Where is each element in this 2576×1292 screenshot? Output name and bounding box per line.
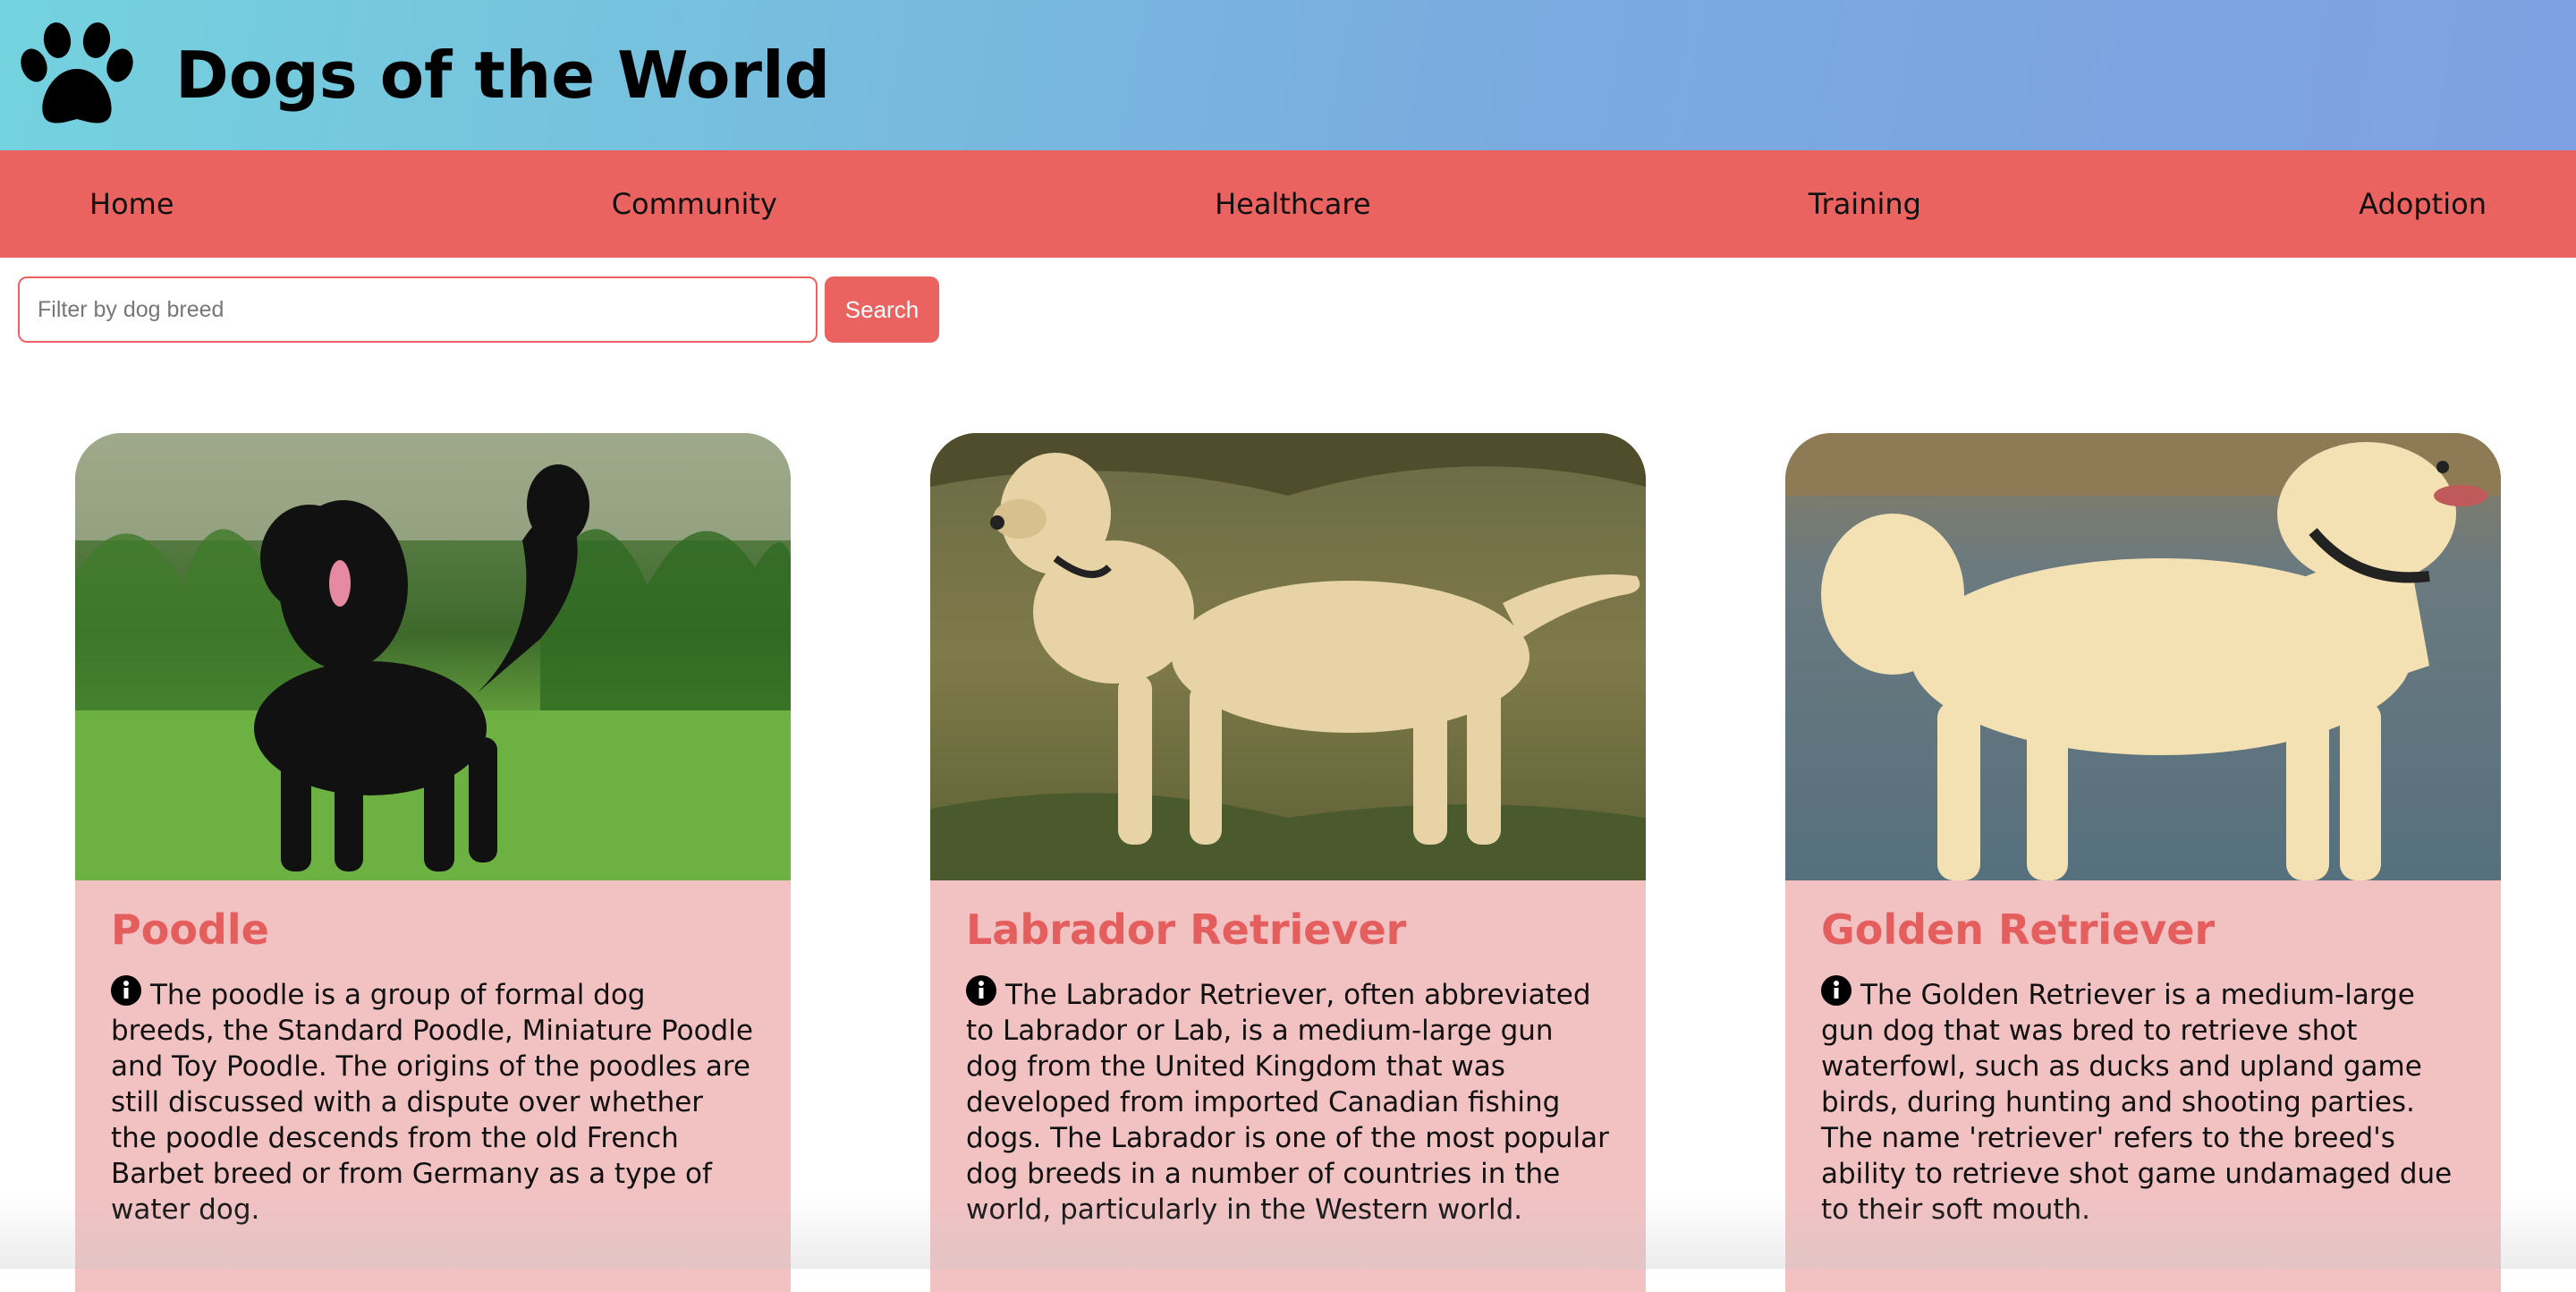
card-description-text: The Labrador Retriever, often abbreviate… [966,979,1609,1226]
search-button[interactable]: Search [825,276,939,343]
card-description: The Golden Retriever is a medium-large g… [1821,975,2465,1228]
card-description: The Labrador Retriever, often abbreviate… [966,975,1610,1228]
labrador-photo [930,433,1646,880]
info-icon [1821,975,1852,1006]
card-title: Labrador Retriever [966,905,1407,954]
nav-item-adoption[interactable]: Adoption [2359,187,2487,221]
search-bar: Search [18,276,939,343]
nav-item-community[interactable]: Community [612,187,777,221]
breed-card-labrador: Labrador Retriever The Labrador Retrieve… [930,433,1646,1292]
poodle-photo [75,433,791,880]
card-title: Golden Retriever [1821,905,2216,954]
breed-card-poodle: Poodle The poodle is a group of formal d… [75,433,791,1292]
breed-card-golden-retriever: Golden Retriever The Golden Retriever is… [1785,433,2501,1292]
info-icon [966,975,996,1006]
nav-item-healthcare[interactable]: Healthcare [1215,187,1370,221]
breed-filter-input[interactable] [18,276,818,343]
main-nav: Home Community Healthcare Training Adopt… [0,150,2576,258]
nav-item-home[interactable]: Home [89,187,174,221]
site-title: Dogs of the World [175,38,831,113]
card-description: The poodle is a group of formal dog bree… [111,975,755,1228]
nav-item-training[interactable]: Training [1809,187,1921,221]
card-description-text: The Golden Retriever is a medium-large g… [1821,979,2453,1226]
paw-icon [21,22,133,123]
info-icon [111,975,141,1006]
card-description-text: The poodle is a group of formal dog bree… [111,979,753,1226]
golden-retriever-photo [1785,433,2501,880]
card-title: Poodle [111,905,269,954]
site-header: Dogs of the World [0,0,2576,150]
